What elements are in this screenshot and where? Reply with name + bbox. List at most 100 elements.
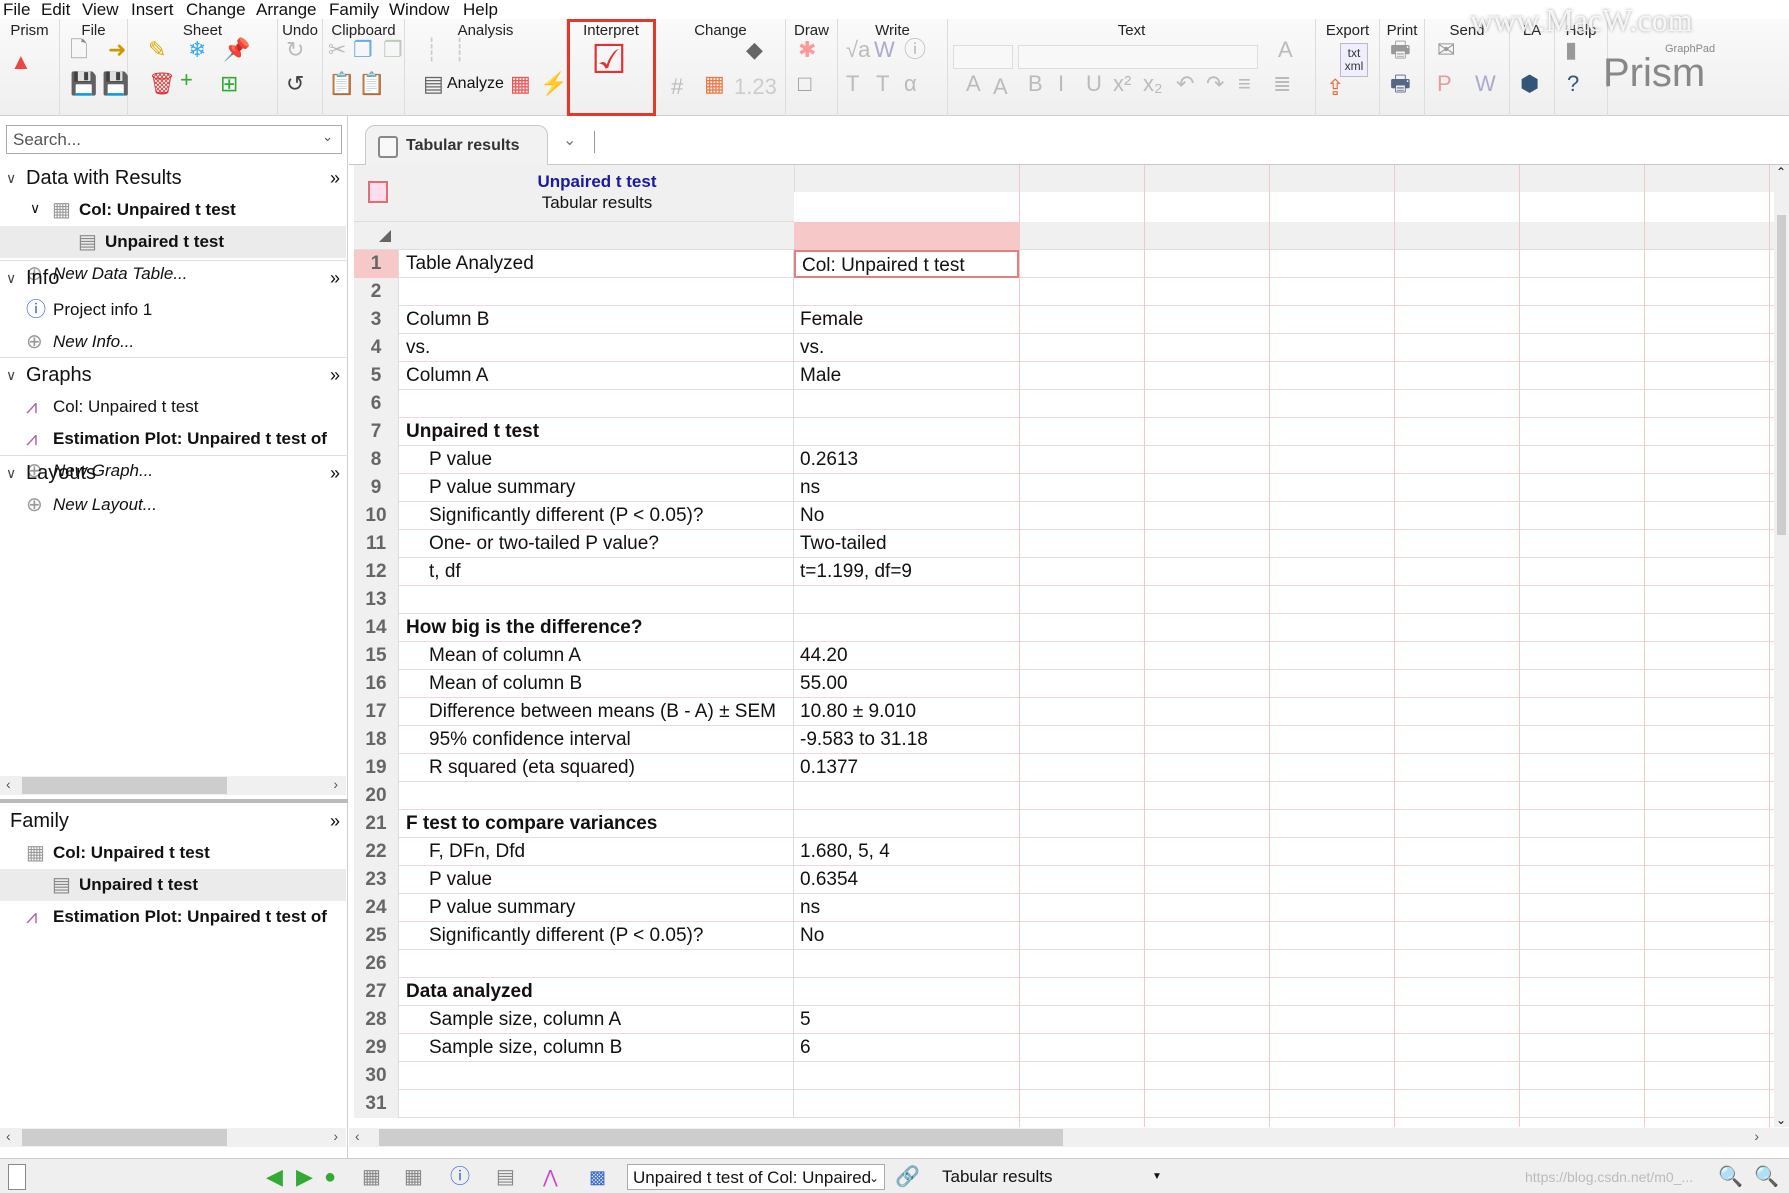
expand-icon[interactable]: » bbox=[330, 457, 340, 489]
row-value[interactable]: 1.680, 5, 4 bbox=[794, 838, 1019, 866]
row-value[interactable]: 0.6354 bbox=[794, 866, 1019, 894]
save-as-icon[interactable]: 💾 bbox=[102, 71, 129, 97]
table-row[interactable]: 5 Column A Male bbox=[354, 362, 1774, 390]
row-number[interactable]: 17 bbox=[354, 698, 399, 726]
table-row[interactable]: 26 bbox=[354, 950, 1774, 978]
row-number[interactable]: 2 bbox=[354, 278, 399, 306]
table-row[interactable]: 15 Mean of column A 44.20 bbox=[354, 642, 1774, 670]
panel-splitter[interactable] bbox=[0, 799, 348, 803]
symbol-icon[interactable]: α bbox=[904, 71, 917, 97]
word-icon[interactable]: W bbox=[874, 37, 895, 63]
section-data-with-results[interactable]: ∨ Data with Results » bbox=[0, 162, 348, 194]
help-icon[interactable]: ? bbox=[1567, 71, 1579, 97]
analyze-button[interactable]: Analyze bbox=[447, 75, 504, 93]
table-row[interactable]: 19 R squared (eta squared) 0.1377 bbox=[354, 754, 1774, 782]
row-number[interactable]: 9 bbox=[354, 474, 399, 502]
row-number[interactable]: 14 bbox=[354, 614, 399, 642]
table-row[interactable]: 2 bbox=[354, 278, 1774, 306]
row-value[interactable]: Female bbox=[794, 306, 1019, 334]
table-row[interactable]: 23 P value 0.6354 bbox=[354, 866, 1774, 894]
table-row[interactable]: 9P value summary ns bbox=[354, 474, 1774, 502]
save-icon[interactable]: 💾 bbox=[70, 71, 97, 97]
tab-tabular-results[interactable]: Tabular results bbox=[365, 125, 548, 166]
row-number[interactable]: 12 bbox=[354, 558, 399, 586]
table-row[interactable]: 10 Significantly different (P < 0.05)? No bbox=[354, 502, 1774, 530]
paste-options-icon[interactable]: 📋 bbox=[358, 71, 385, 97]
redo-icon[interactable]: ↻ bbox=[286, 37, 304, 63]
table-row[interactable]: 20 bbox=[354, 782, 1774, 810]
print-icon[interactable]: 🖶 bbox=[1390, 37, 1411, 63]
row-number[interactable]: 3 bbox=[354, 306, 399, 334]
row-number[interactable]: 4 bbox=[354, 334, 399, 362]
collapse-panel-icon[interactable] bbox=[8, 1164, 26, 1190]
tree-item[interactable]: ⊕ New Layout... bbox=[0, 489, 346, 521]
row-number[interactable]: 29 bbox=[354, 1034, 399, 1062]
delete-icon[interactable]: 🗑 bbox=[148, 71, 176, 97]
sheet-select[interactable]: Unpaired t test of Col: Unpaired ⌄ bbox=[627, 1164, 885, 1190]
chevron-down-icon[interactable]: ⌄ bbox=[322, 129, 333, 145]
subscript-icon[interactable]: x₂ bbox=[1143, 71, 1163, 97]
tree-item[interactable]: ▤ Unpaired t test bbox=[0, 226, 346, 258]
row-number[interactable]: 31 bbox=[354, 1090, 399, 1118]
row-value[interactable]: ns bbox=[794, 894, 1019, 922]
table-row[interactable]: 6 bbox=[354, 390, 1774, 418]
section-info[interactable]: ∨ Info » bbox=[0, 262, 348, 294]
table-row[interactable]: 31 bbox=[354, 1090, 1774, 1118]
row-value[interactable] bbox=[794, 978, 1019, 1006]
table-row[interactable]: 29 Sample size, column B6 bbox=[354, 1034, 1774, 1062]
row-value[interactable] bbox=[794, 1090, 1019, 1118]
italic-icon[interactable]: I bbox=[1058, 71, 1064, 97]
bold-icon[interactable]: B bbox=[1028, 71, 1043, 97]
data-table-icon[interactable]: ▦ bbox=[362, 1164, 381, 1190]
chevron-down-icon[interactable]: ∨ bbox=[6, 262, 16, 294]
tree-item[interactable]: ▦ Col: Unpaired t test bbox=[0, 194, 346, 226]
export-icon-text[interactable]: txt xml bbox=[1340, 43, 1368, 77]
row-value[interactable]: Male bbox=[794, 362, 1019, 390]
table-row[interactable]: 8P value 0.2613 bbox=[354, 446, 1774, 474]
new-analysis-icon[interactable]: ▦ bbox=[510, 71, 531, 97]
table-row[interactable]: 3 Column B Female bbox=[354, 306, 1774, 334]
row-number[interactable]: 23 bbox=[354, 866, 399, 894]
text-box-icon[interactable]: T bbox=[876, 71, 889, 97]
error-icon[interactable]: ┊ bbox=[453, 37, 466, 63]
prism-logo-icon[interactable]: ▲ bbox=[10, 49, 32, 75]
powerpoint-icon[interactable]: P bbox=[1437, 71, 1452, 97]
table-row[interactable]: 24 P value summary ns bbox=[354, 894, 1774, 922]
table-row[interactable]: 30 bbox=[354, 1062, 1774, 1090]
row-value[interactable]: 55.00 bbox=[794, 670, 1019, 698]
row-value[interactable]: t=1.199, df=9 bbox=[794, 558, 1019, 586]
row-value[interactable]: 44.20 bbox=[794, 642, 1019, 670]
grid-hscrollbar[interactable]: ‹ › bbox=[349, 1128, 1789, 1147]
row-value[interactable]: No bbox=[794, 922, 1019, 950]
tree-item[interactable]: ⊕ New Info... bbox=[0, 326, 346, 358]
expand-icon[interactable]: » bbox=[330, 805, 340, 837]
tree-item[interactable]: ▦ Col: Unpaired t test bbox=[0, 837, 346, 869]
print-preview-icon[interactable]: 🖶 bbox=[1390, 71, 1411, 97]
row-number[interactable]: 27 bbox=[354, 978, 399, 1006]
row-number[interactable]: 8 bbox=[354, 446, 399, 474]
row-number[interactable]: 18 bbox=[354, 726, 399, 754]
table-row[interactable]: 7 Unpaired t test bbox=[354, 418, 1774, 446]
expand-icon[interactable]: » bbox=[330, 262, 340, 294]
table-row[interactable]: 25 Significantly different (P < 0.05)? No bbox=[354, 922, 1774, 950]
layout-icon[interactable]: ▩ bbox=[589, 1164, 606, 1190]
table-row[interactable]: 12 t, df t=1.199, df=9 bbox=[354, 558, 1774, 586]
font-size-down-icon[interactable]: A bbox=[993, 74, 1008, 100]
menu-view[interactable]: View bbox=[82, 0, 119, 20]
row-value[interactable] bbox=[794, 1062, 1019, 1090]
row-number[interactable]: 15 bbox=[354, 642, 399, 670]
export-icon[interactable]: ⇪ bbox=[1326, 75, 1344, 101]
navigator-hscrollbar[interactable]: ‹ › bbox=[0, 776, 346, 795]
superscript-icon[interactable]: x² bbox=[1113, 71, 1131, 97]
rectangle-icon[interactable]: □ bbox=[798, 71, 811, 97]
align-icon[interactable]: ≡ bbox=[1238, 71, 1251, 97]
wand-icon[interactable]: ⚡ bbox=[540, 71, 567, 97]
results-table-icon[interactable]: ▦ bbox=[404, 1164, 423, 1190]
freeze-icon[interactable]: ❄ bbox=[188, 37, 206, 63]
row-number[interactable]: 10 bbox=[354, 502, 399, 530]
text-icon[interactable]: T bbox=[846, 71, 859, 97]
row-value[interactable] bbox=[794, 390, 1019, 418]
row-value[interactable] bbox=[794, 586, 1019, 614]
table-row[interactable]: 4 vs. vs. bbox=[354, 334, 1774, 362]
tree-item[interactable]: ⩘ Estimation Plot: Unpaired t test of bbox=[0, 901, 346, 933]
